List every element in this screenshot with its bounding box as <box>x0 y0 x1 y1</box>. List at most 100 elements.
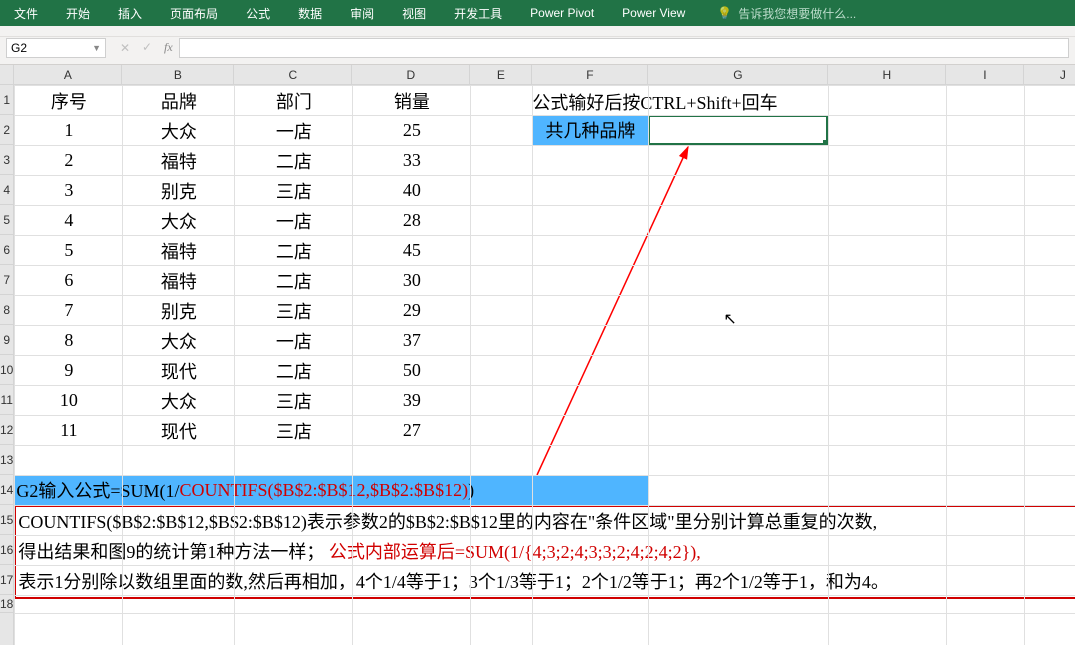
name-box[interactable]: G2 ▼ <box>6 38 106 58</box>
formula-mid: COUNTIFS($B$2:$B$12,$B$2:$B$12) <box>180 480 469 501</box>
column-header[interactable]: F <box>532 65 648 84</box>
ribbon-tab-powerpivot[interactable]: Power Pivot <box>516 0 608 26</box>
row-header[interactable]: 13 <box>0 445 13 475</box>
ribbon-tab-review[interactable]: 审阅 <box>336 0 388 26</box>
column-header[interactable]: E <box>470 65 532 84</box>
row-header[interactable]: 1 <box>0 85 13 115</box>
column-header[interactable]: D <box>352 65 470 84</box>
table-cell[interactable]: 福特 <box>123 146 235 176</box>
ribbon-tab-data[interactable]: 数据 <box>284 0 336 26</box>
table-cell[interactable]: 三店 <box>235 176 353 206</box>
table-cell[interactable]: 37 <box>353 326 471 356</box>
chevron-down-icon[interactable]: ▼ <box>92 43 101 53</box>
row-header[interactable]: 6 <box>0 235 13 265</box>
table-cell[interactable]: 40 <box>353 176 471 206</box>
table-cell[interactable]: 一店 <box>235 116 353 146</box>
table-cell[interactable]: 1 <box>15 116 123 146</box>
ribbon-tabs: 文件 开始 插入 页面布局 公式 数据 审阅 视图 开发工具 Power Piv… <box>0 0 1075 26</box>
table-cell[interactable]: 28 <box>353 206 471 236</box>
row-header[interactable]: 15 <box>0 505 13 535</box>
table-cell[interactable]: 二店 <box>235 356 353 386</box>
table-cell[interactable]: 33 <box>353 146 471 176</box>
row-header[interactable]: 14 <box>0 475 13 505</box>
row-header[interactable]: 7 <box>0 265 13 295</box>
table-cell[interactable]: 现代 <box>123 416 235 446</box>
table-cell[interactable]: 二店 <box>235 236 353 266</box>
ribbon-tab-file[interactable]: 文件 <box>0 0 52 26</box>
column-header[interactable]: H <box>828 65 946 84</box>
table-cell[interactable]: 6 <box>15 266 123 296</box>
table-cell[interactable]: 9 <box>15 356 123 386</box>
table-cell[interactable]: 50 <box>353 356 471 386</box>
table-cell[interactable]: 25 <box>353 116 471 146</box>
table-cell[interactable]: 11 <box>15 416 123 446</box>
table-cell[interactable]: 三店 <box>235 296 353 326</box>
table-cell[interactable]: 27 <box>353 416 471 446</box>
cells[interactable]: 序号品牌部门销量1大众一店252福特二店333别克三店404大众一店285福特二… <box>14 85 1075 645</box>
table-cell[interactable]: 4 <box>15 206 123 236</box>
column-header[interactable]: A <box>14 65 122 84</box>
ribbon-tab-powerview[interactable]: Power View <box>608 0 699 26</box>
table-cell[interactable]: 别克 <box>123 296 235 326</box>
table-cell[interactable]: 大众 <box>123 206 235 236</box>
table-header: 序号 <box>15 86 123 116</box>
table-cell[interactable]: 8 <box>15 326 123 356</box>
table-row: 1大众一店25 <box>15 116 471 146</box>
row-header[interactable]: 17 <box>0 565 13 595</box>
row-header[interactable]: 16 <box>0 535 13 565</box>
row-header[interactable]: 2 <box>0 115 13 145</box>
cancel-formula-button[interactable]: ✕ <box>114 41 136 55</box>
table-cell[interactable]: 二店 <box>235 146 353 176</box>
table-cell[interactable]: 大众 <box>123 386 235 416</box>
column-header[interactable]: I <box>946 65 1024 84</box>
row-header[interactable]: 9 <box>0 325 13 355</box>
ribbon-tab-layout[interactable]: 页面布局 <box>156 0 232 26</box>
table-cell[interactable]: 二店 <box>235 266 353 296</box>
table-cell[interactable]: 29 <box>353 296 471 326</box>
row-header[interactable]: 8 <box>0 295 13 325</box>
table-cell[interactable]: 2 <box>15 146 123 176</box>
ribbon-tab-devtools[interactable]: 开发工具 <box>440 0 516 26</box>
table-row: 2福特二店33 <box>15 146 471 176</box>
column-header[interactable]: C <box>234 65 352 84</box>
table-cell[interactable]: 10 <box>15 386 123 416</box>
ribbon-tab-home[interactable]: 开始 <box>52 0 104 26</box>
table-cell[interactable]: 福特 <box>123 236 235 266</box>
table-cell[interactable]: 别克 <box>123 176 235 206</box>
column-header[interactable]: J <box>1024 65 1075 84</box>
table-cell[interactable]: 大众 <box>123 116 235 146</box>
table-cell[interactable]: 30 <box>353 266 471 296</box>
formula-annotation: G2输入公式=SUM(1/COUNTIFS($B$2:$B$12,$B$2:$B… <box>14 475 648 505</box>
table-cell[interactable]: 7 <box>15 296 123 326</box>
explain-line-3: 表示1分别除以数组里面的数,然后再相加，4个1/4等于1；3个1/3等于1；2个… <box>18 567 1075 597</box>
row-header[interactable]: 18 <box>0 595 13 613</box>
column-header[interactable]: B <box>122 65 234 84</box>
fx-icon[interactable]: fx <box>164 40 173 55</box>
ribbon-tab-insert[interactable]: 插入 <box>104 0 156 26</box>
table-cell[interactable]: 一店 <box>235 206 353 236</box>
table-cell[interactable]: 三店 <box>235 386 353 416</box>
row-header[interactable]: 4 <box>0 175 13 205</box>
row-header[interactable]: 12 <box>0 415 13 445</box>
select-all-corner[interactable] <box>0 65 13 85</box>
enter-formula-button[interactable]: ✓ <box>136 40 158 55</box>
row-header[interactable]: 5 <box>0 205 13 235</box>
table-cell[interactable]: 39 <box>353 386 471 416</box>
formula-input[interactable] <box>179 38 1069 58</box>
row-header[interactable]: 11 <box>0 385 13 415</box>
explain-line-2a: 得出结果和图9的统计第1种方法一样； <box>18 542 329 562</box>
column-header[interactable]: G <box>648 65 828 84</box>
table-cell[interactable]: 现代 <box>123 356 235 386</box>
table-cell[interactable]: 一店 <box>235 326 353 356</box>
row-header[interactable]: 10 <box>0 355 13 385</box>
ribbon-tab-view[interactable]: 视图 <box>388 0 440 26</box>
table-cell[interactable]: 45 <box>353 236 471 266</box>
tell-me-box[interactable]: 💡 告诉我您想要做什么... <box>699 5 856 22</box>
table-cell[interactable]: 福特 <box>123 266 235 296</box>
table-cell[interactable]: 大众 <box>123 326 235 356</box>
row-header[interactable]: 3 <box>0 145 13 175</box>
table-cell[interactable]: 5 <box>15 236 123 266</box>
ribbon-tab-formulas[interactable]: 公式 <box>232 0 284 26</box>
table-cell[interactable]: 三店 <box>235 416 353 446</box>
table-cell[interactable]: 3 <box>15 176 123 206</box>
